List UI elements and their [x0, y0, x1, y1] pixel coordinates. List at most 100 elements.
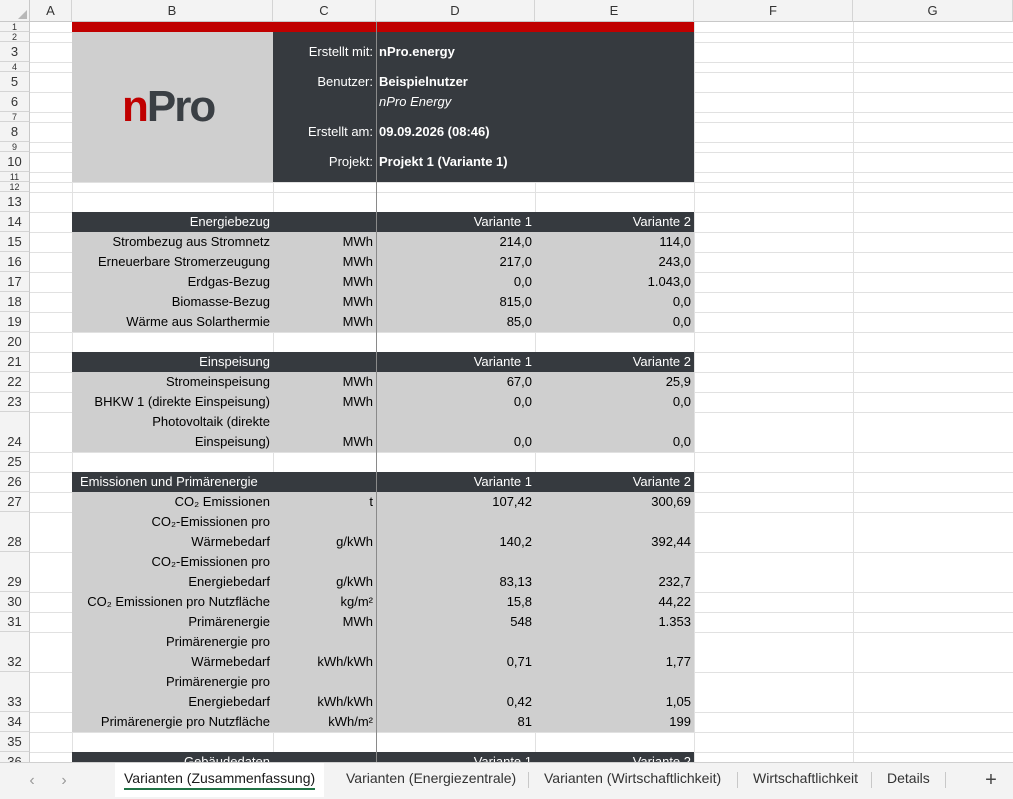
sheet-tab-varianten-zusammenfassung[interactable]: Varianten (Zusammenfassung) — [115, 763, 325, 797]
column-header-b[interactable]: B — [72, 0, 273, 22]
value-variant2: 300,69 — [651, 494, 691, 509]
project-value: Projekt 1 (Variante 1) — [379, 154, 508, 169]
row-header-28[interactable]: 28 — [0, 512, 30, 552]
row-label: Photovoltaik (direkte — [152, 414, 270, 429]
row-header-22[interactable]: 22 — [0, 372, 30, 392]
row-header-15[interactable]: 15 — [0, 232, 30, 252]
row-header-9[interactable]: 9 — [0, 142, 30, 152]
row-header-23[interactable]: 23 — [0, 392, 30, 412]
select-all-corner[interactable] — [0, 0, 30, 22]
row-header-26[interactable]: 26 — [0, 472, 30, 492]
row-header-33[interactable]: 33 — [0, 672, 30, 712]
sheet-tab-varianten-energiezentrale[interactable]: Varianten (Energiezentrale) — [346, 763, 516, 797]
value-variant2: 25,9 — [665, 374, 691, 389]
sheet-tab-details[interactable]: Details — [887, 763, 930, 797]
row-label: Energiebedarf — [188, 574, 270, 589]
value-variant2: 0,0 — [672, 294, 691, 309]
scroll-tabs-right-icon[interactable]: › — [54, 771, 74, 791]
emissionen-col-variant2: Variante 2 — [632, 474, 691, 489]
row-header-10[interactable]: 10 — [0, 152, 30, 172]
row-unit: kWh/kWh — [317, 654, 373, 669]
row-header-34[interactable]: 34 — [0, 712, 30, 732]
row-label: Wärmebedarf — [191, 534, 270, 549]
column-header-d[interactable]: D — [376, 0, 535, 22]
value-variant2: 1.043,0 — [647, 274, 691, 289]
value-variant1: 83,13 — [499, 574, 532, 589]
row-header-30[interactable]: 30 — [0, 592, 30, 612]
column-header-f[interactable]: F — [694, 0, 853, 22]
column-header-e[interactable]: E — [535, 0, 694, 22]
user-label: Benutzer: — [317, 74, 373, 89]
row-unit: MWh — [342, 234, 373, 249]
row-header-13[interactable]: 13 — [0, 192, 30, 212]
row-header-12[interactable]: 12 — [0, 182, 30, 192]
created-on-label: Erstellt am: — [307, 124, 373, 139]
row-header-6[interactable]: 6 — [0, 92, 30, 112]
row-label: BHKW 1 (direkte Einspeisung) — [94, 394, 270, 409]
row-unit: g/kWh — [336, 534, 373, 549]
column-header-c[interactable]: C — [273, 0, 376, 22]
value-variant1: 81 — [517, 714, 532, 729]
project-label: Projekt: — [328, 154, 373, 169]
row-unit: MWh — [342, 374, 373, 389]
row-label: Strombezug aus Stromnetz — [112, 234, 270, 249]
row-header-36[interactable]: 36 — [0, 752, 30, 762]
value-variant2: 1,77 — [665, 654, 691, 669]
value-variant2: 0,0 — [672, 394, 691, 409]
user-value: Beispielnutzer — [379, 74, 468, 89]
row-unit: MWh — [342, 394, 373, 409]
row-header-17[interactable]: 17 — [0, 272, 30, 292]
row-header-2[interactable]: 2 — [0, 32, 30, 42]
value-variant1: 0,0 — [513, 394, 532, 409]
value-variant1: 107,42 — [492, 494, 532, 509]
sheet-tab-varianten-wirtschaftlichkeit[interactable]: Varianten (Wirtschaftlichkeit) — [544, 763, 721, 797]
column-header-a[interactable]: A — [30, 0, 72, 22]
row-header-4[interactable]: 4 — [0, 62, 30, 72]
row-header-14[interactable]: 14 — [0, 212, 30, 232]
emissionen-col-variant1: Variante 1 — [473, 474, 532, 489]
sheet-tab-wirtschaftlichkeit[interactable]: Wirtschaftlichkeit — [753, 763, 858, 797]
row-header-31[interactable]: 31 — [0, 612, 30, 632]
spreadsheet-grid[interactable]: A B C D E F G 1 2 3 4 5 6 7 8 9 10 11 12… — [0, 0, 1013, 762]
einspeisung-col-variant2: Variante 2 — [632, 354, 691, 369]
row-header-18[interactable]: 18 — [0, 292, 30, 312]
row-header-27[interactable]: 27 — [0, 492, 30, 512]
row-header-29[interactable]: 29 — [0, 552, 30, 592]
value-variant1: 67,0 — [506, 374, 532, 389]
row-header-32[interactable]: 32 — [0, 632, 30, 672]
value-variant1: 548 — [510, 614, 532, 629]
row-unit: MWh — [342, 294, 373, 309]
row-label: Primärenergie pro Nutzfläche — [100, 714, 270, 729]
row-header-7[interactable]: 7 — [0, 112, 30, 122]
value-variant1: 15,8 — [506, 594, 532, 609]
row-header-3[interactable]: 3 — [0, 42, 30, 62]
row-unit: kWh/kWh — [317, 694, 373, 709]
row-header-19[interactable]: 19 — [0, 312, 30, 332]
row-header-11[interactable]: 11 — [0, 172, 30, 182]
scroll-tabs-left-icon[interactable]: ‹ — [22, 771, 42, 791]
row-unit: kWh/m² — [328, 714, 373, 729]
value-variant2: 0,0 — [672, 314, 691, 329]
row-header-20[interactable]: 20 — [0, 332, 30, 352]
row-header-5[interactable]: 5 — [0, 72, 30, 92]
row-label: CO₂ Emissionen — [174, 494, 270, 509]
row-header-35[interactable]: 35 — [0, 732, 30, 752]
row-header-8[interactable]: 8 — [0, 122, 30, 142]
row-label: CO₂-Emissionen pro — [151, 554, 270, 569]
row-label: Primärenergie — [188, 614, 270, 629]
row-header-24[interactable]: 24 — [0, 412, 30, 452]
row-unit: MWh — [342, 434, 373, 449]
tab-separator — [737, 772, 738, 788]
column-header-g[interactable]: G — [853, 0, 1013, 22]
row-header-16[interactable]: 16 — [0, 252, 30, 272]
created-on-value: 09.09.2026 (08:46) — [379, 124, 490, 139]
row-label: CO₂-Emissionen pro — [151, 514, 270, 529]
add-sheet-icon[interactable]: + — [980, 769, 1002, 791]
row-header-25[interactable]: 25 — [0, 452, 30, 472]
row-header-21[interactable]: 21 — [0, 352, 30, 372]
row-header-1[interactable]: 1 — [0, 22, 30, 32]
row-label: Energiebedarf — [188, 694, 270, 709]
row-label: Primärenergie pro — [165, 674, 270, 689]
value-variant1: 0,0 — [513, 274, 532, 289]
einspeisung-title: Einspeisung — [199, 354, 270, 369]
